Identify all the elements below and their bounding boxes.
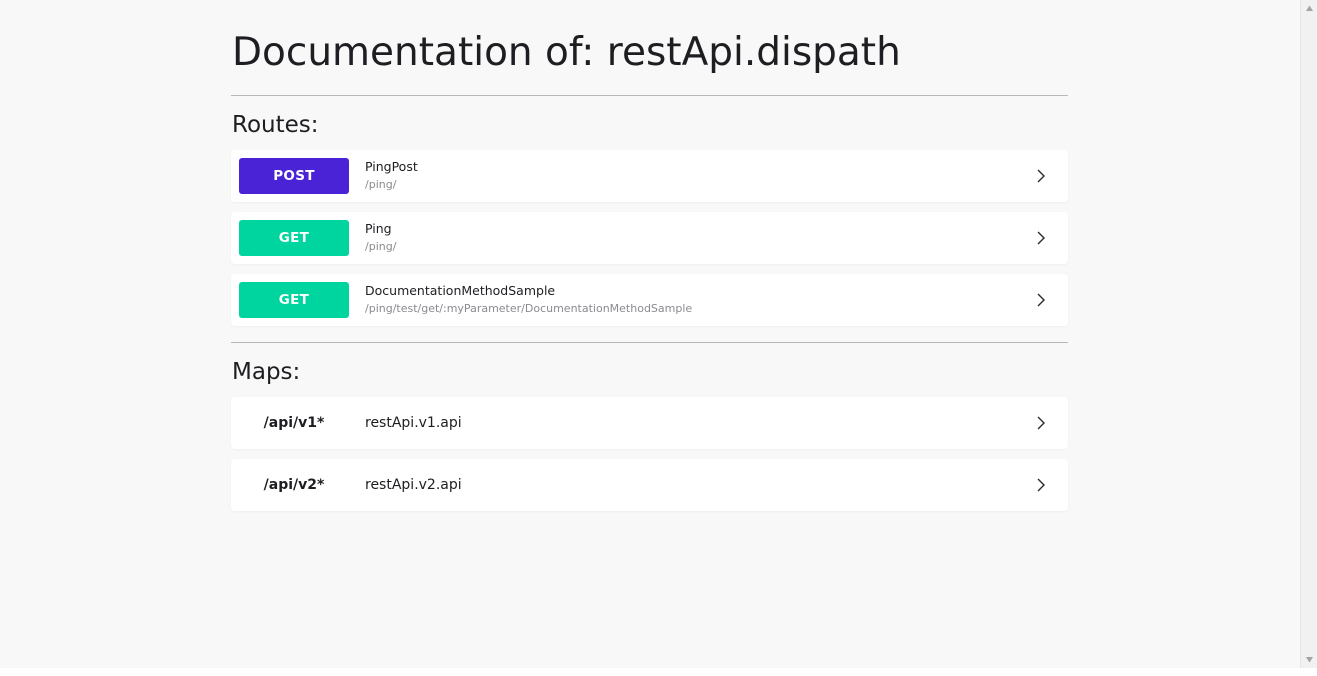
map-target: restApi.v2.api <box>365 477 462 493</box>
chevron-right-icon[interactable] <box>1032 167 1050 185</box>
route-card-pingpost[interactable]: POST PingPost /ping/ <box>231 150 1068 202</box>
routes-divider <box>231 342 1068 343</box>
chevron-right-icon[interactable] <box>1032 476 1050 494</box>
vertical-scrollbar[interactable] <box>1300 0 1317 668</box>
routes-heading: Routes: <box>232 112 319 138</box>
method-badge-get: GET <box>239 220 349 256</box>
maps-heading: Maps: <box>232 359 301 385</box>
page-title: Documentation of: restApi.dispath <box>232 30 901 75</box>
map-prefix: /api/v1* <box>263 415 325 431</box>
method-badge-post: POST <box>239 158 349 194</box>
route-name: PingPost <box>365 159 418 174</box>
map-card-v1[interactable]: /api/v1* restApi.v1.api <box>231 397 1068 449</box>
route-name: Ping <box>365 221 392 236</box>
route-path: /ping/ <box>365 240 397 253</box>
chevron-right-icon[interactable] <box>1032 291 1050 309</box>
page-viewport: Documentation of: restApi.dispath Routes… <box>0 0 1300 668</box>
triangle-down-icon[interactable] <box>1305 655 1314 664</box>
route-path: /ping/ <box>365 178 397 191</box>
map-prefix: /api/v2* <box>263 477 325 493</box>
map-target: restApi.v1.api <box>365 415 462 431</box>
triangle-up-icon[interactable] <box>1305 4 1314 13</box>
chevron-right-icon[interactable] <box>1032 229 1050 247</box>
title-divider <box>231 95 1068 96</box>
route-name: DocumentationMethodSample <box>365 283 556 298</box>
chevron-right-icon[interactable] <box>1032 414 1050 432</box>
route-card-ping[interactable]: GET Ping /ping/ <box>231 212 1068 264</box>
method-badge-get: GET <box>239 282 349 318</box>
route-card-documentationmethodsample[interactable]: GET DocumentationMethodSample /ping/test… <box>231 274 1068 326</box>
route-path: /ping/test/get/:myParameter/Documentatio… <box>365 302 693 315</box>
map-card-v2[interactable]: /api/v2* restApi.v2.api <box>231 459 1068 511</box>
